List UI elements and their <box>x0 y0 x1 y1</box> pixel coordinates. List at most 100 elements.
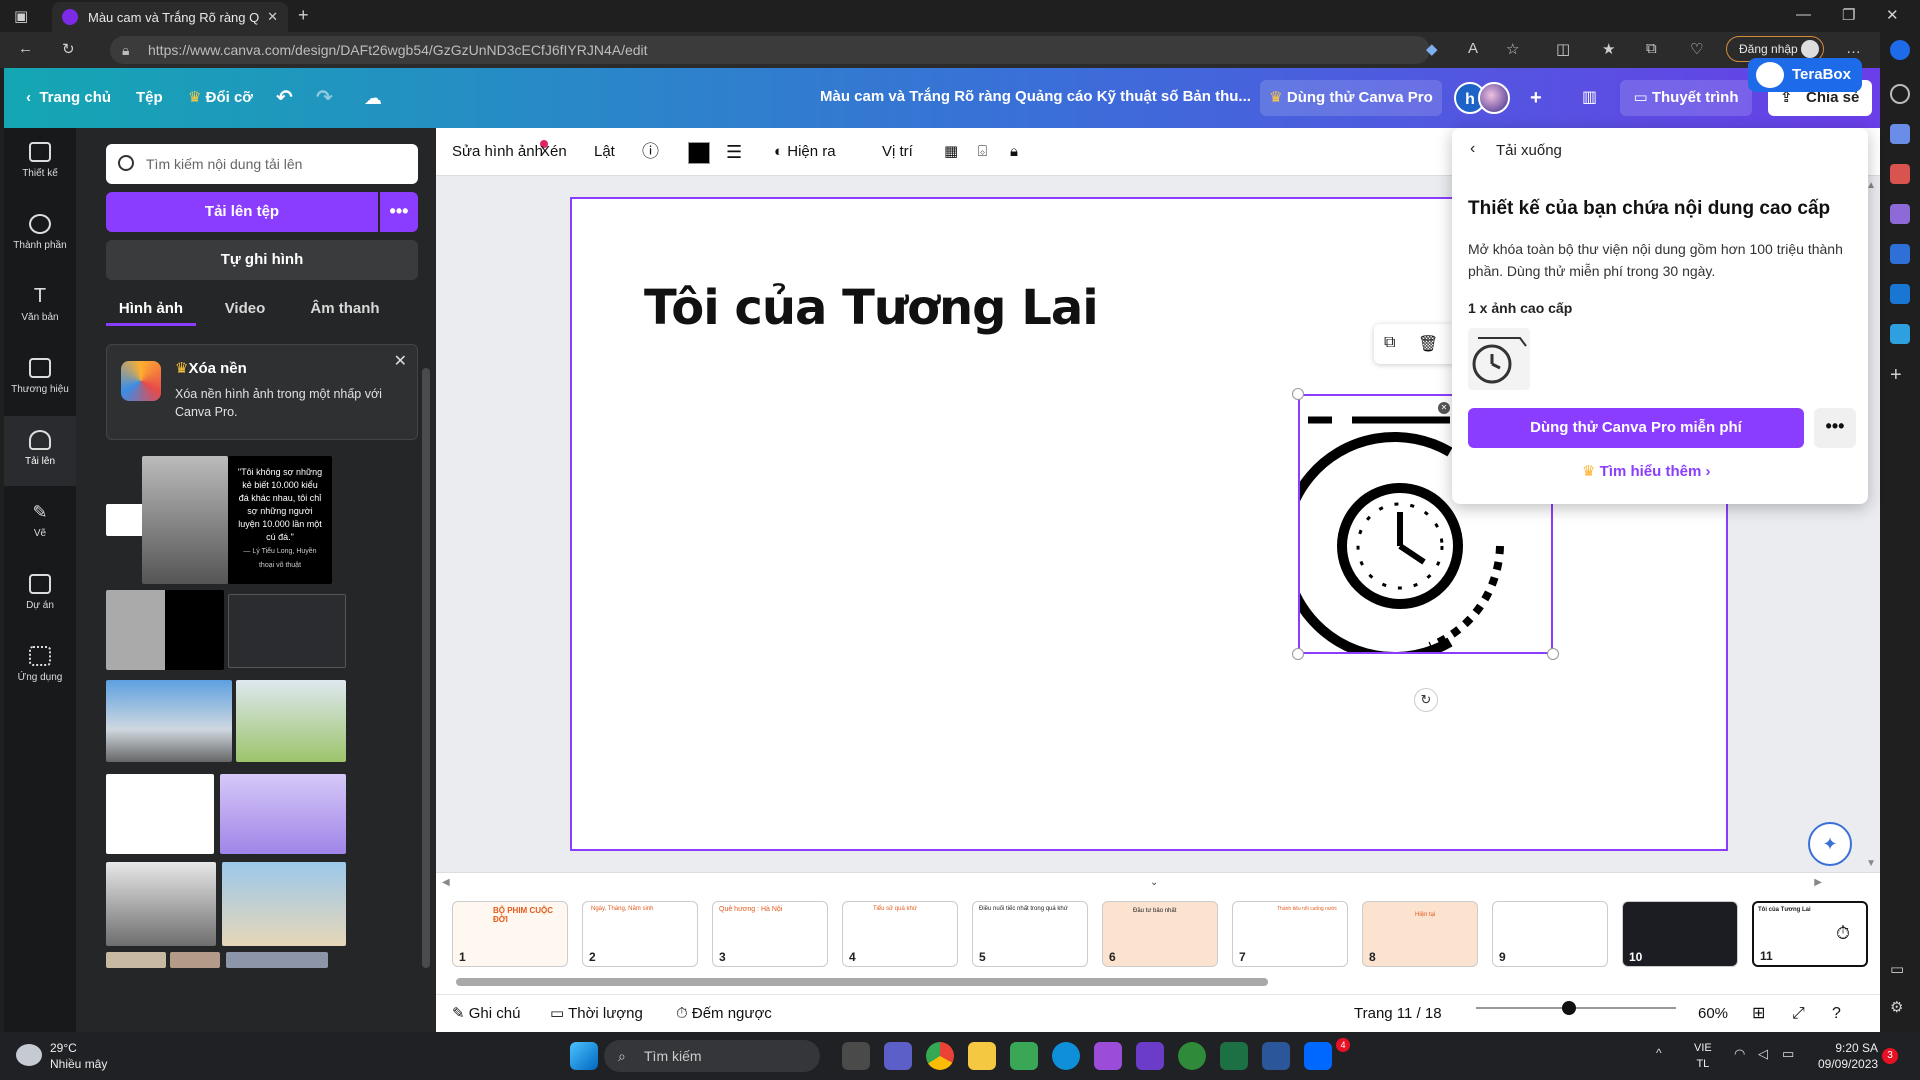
tab-images[interactable]: Hình ảnh <box>106 292 196 326</box>
extension-icon[interactable]: ◆ <box>1426 40 1438 58</box>
slide-thumb-7[interactable]: Thành tiêu nổi cuống nước 7 <box>1232 901 1348 967</box>
slide-thumb-3[interactable]: Quê hương : Hà Nội 3 <box>712 901 828 967</box>
duplicate-icon[interactable]: ⧉ <box>1384 334 1395 352</box>
redo-icon[interactable]: ↷ <box>316 82 333 114</box>
teams-icon[interactable] <box>884 1042 912 1070</box>
try-pro-button[interactable]: ♛ Dùng thử Canva Pro <box>1260 80 1442 116</box>
sidebar-outlook-icon[interactable] <box>1890 284 1910 304</box>
remove-icon[interactable]: ✕ <box>1438 402 1450 414</box>
rail-item-projects[interactable]: Dự án <box>4 560 76 630</box>
system-clock[interactable]: 9:20 SA 09/09/2023 <box>1818 1040 1878 1072</box>
magic-assistant-icon[interactable]: ✦ <box>1808 822 1852 866</box>
undo-icon[interactable]: ↶ <box>276 82 293 114</box>
slide-thumb-4[interactable]: Tiểu sử quá khứ 4 <box>842 901 958 967</box>
info-icon[interactable]: ⓘ <box>642 128 659 176</box>
record-yourself-button[interactable]: Tự ghi hình <box>106 240 418 280</box>
collaborator-avatar[interactable] <box>1478 82 1510 114</box>
transparency-icon[interactable]: ▦ <box>944 128 958 176</box>
favorites-bar-icon[interactable]: ★ <box>1602 40 1615 58</box>
rail-item-elements[interactable]: Thành phần <box>4 200 76 270</box>
zoom-level[interactable]: 60% <box>1698 995 1728 1033</box>
new-tab-icon[interactable]: + <box>298 5 309 26</box>
resize-handle[interactable] <box>1292 388 1304 400</box>
file-menu-button[interactable]: Tệp <box>136 82 163 114</box>
fullscreen-icon[interactable]: ⤢ <box>1792 995 1805 1033</box>
split-screen-icon[interactable]: ◫ <box>1556 40 1570 58</box>
tab-video[interactable]: Video <box>200 292 290 326</box>
slide-thumb-11[interactable]: Tôi của Tương Lai ⏱︎ 11 <box>1752 901 1868 967</box>
rail-item-design[interactable]: Thiết kế <box>4 128 76 198</box>
reload-icon[interactable]: ↻ <box>62 40 75 58</box>
sidebar-games-icon[interactable] <box>1890 204 1910 224</box>
close-promo-icon[interactable]: ✕ <box>394 351 407 371</box>
help-icon[interactable]: ? <box>1832 995 1841 1033</box>
slide-thumb-2[interactable]: Ngày, Tháng, Năm sinh 2 <box>582 901 698 967</box>
animate-button[interactable]: ◐ Hiện ra <box>774 128 836 176</box>
slide-thumb-10[interactable]: 10 <box>1622 901 1738 967</box>
delete-icon[interactable]: 🗑︎ <box>1418 334 1438 354</box>
file-explorer-icon[interactable] <box>968 1042 996 1070</box>
start-icon[interactable] <box>570 1042 598 1070</box>
slide-thumb-9[interactable]: 9 <box>1492 901 1608 967</box>
slide-thumb-6[interactable]: Đầu tư bảo nhất 6 <box>1102 901 1218 967</box>
duration-button[interactable]: ▭ Thời lượng <box>550 995 643 1033</box>
grid-view-icon[interactable]: ⊞ <box>1752 995 1765 1033</box>
upload-files-button[interactable]: Tải lên tệp <box>106 192 378 232</box>
sidebar-add-icon[interactable]: + <box>1890 364 1902 387</box>
wifi-icon[interactable]: ◠ <box>1734 1046 1745 1062</box>
edge-icon[interactable] <box>1052 1042 1080 1070</box>
lock-icon[interactable]: 🔒︎ <box>1010 128 1018 176</box>
browser-menu-icon[interactable]: … <box>1846 40 1861 57</box>
page-indicator[interactable]: Trang 11 / 18 <box>1354 995 1442 1033</box>
chrome-icon[interactable] <box>926 1042 954 1070</box>
weather-widget[interactable]: 29°C Nhiều mây <box>16 1040 107 1072</box>
url-field[interactable]: 🔒︎ https://www.canva.com/design/DAFt26wg… <box>110 36 1430 64</box>
try-pro-free-button[interactable]: Dùng thử Canva Pro miễn phí <box>1468 408 1804 448</box>
tab-audio[interactable]: Âm thanh <box>290 292 400 326</box>
minimize-icon[interactable]: — <box>1796 6 1811 23</box>
app-icon[interactable] <box>1136 1042 1164 1070</box>
uploaded-image-thumb[interactable] <box>106 862 216 946</box>
insights-chart-icon[interactable]: ▥ <box>1582 82 1597 114</box>
uploaded-image-thumb[interactable] <box>106 774 214 854</box>
sidebar-shopping-icon[interactable] <box>1890 124 1910 144</box>
excel-icon[interactable] <box>1220 1042 1248 1070</box>
taskbar-search[interactable]: ⌕ Tìm kiếm <box>604 1040 820 1072</box>
resize-handle[interactable] <box>1292 648 1304 660</box>
collections-icon[interactable]: ⧉ <box>1646 40 1657 57</box>
upload-more-button[interactable]: ••• <box>380 192 418 232</box>
resize-button[interactable]: ♛ Đổi cỡ <box>188 82 253 114</box>
scroll-left-icon[interactable]: ◀ <box>442 877 450 888</box>
uploaded-image-thumb[interactable] <box>106 680 232 762</box>
app-icon[interactable] <box>1094 1042 1122 1070</box>
close-window-icon[interactable]: ✕ <box>1886 6 1899 24</box>
flip-button[interactable]: Lật <box>594 128 615 176</box>
rail-item-text[interactable]: T Văn bản <box>4 272 76 342</box>
rail-item-uploads[interactable]: Tải lên <box>4 416 76 486</box>
uploaded-image-thumb[interactable] <box>170 952 220 968</box>
word-icon[interactable] <box>1262 1042 1290 1070</box>
uploaded-image-thumb[interactable] <box>106 590 224 670</box>
rail-item-draw[interactable]: ✎ Vẽ <box>4 488 76 558</box>
uploaded-image-thumb[interactable] <box>142 456 228 584</box>
rail-item-brand[interactable]: Thương hiệu <box>4 344 76 414</box>
show-hidden-icons-icon[interactable]: ^ <box>1656 1046 1662 1060</box>
sidebar-drop-icon[interactable] <box>1890 324 1910 344</box>
volume-icon[interactable]: ◁ <box>1758 1046 1768 1062</box>
xbox-icon[interactable] <box>1178 1042 1206 1070</box>
terabox-button[interactable]: TeraBox <box>1748 58 1862 92</box>
slide-thumb-8[interactable]: Hiện tại 8 <box>1362 901 1478 967</box>
resize-handle[interactable] <box>1547 648 1559 660</box>
sidebar-layout-icon[interactable]: ▭ <box>1890 960 1904 978</box>
copy-style-icon[interactable]: ⌺ <box>978 128 987 176</box>
quote-image-thumb[interactable]: "Tôi không sợ những kẻ biết 10.000 kiểu … <box>228 456 332 584</box>
cloud-save-icon[interactable]: ☁ <box>364 82 382 114</box>
uploaded-image-thumb[interactable] <box>226 952 328 968</box>
browser-essentials-icon[interactable]: ♡ <box>1690 40 1703 58</box>
add-collaborator-icon[interactable]: + <box>1530 82 1542 114</box>
zoom-slider[interactable] <box>1476 1007 1676 1009</box>
task-view-icon[interactable] <box>842 1042 870 1070</box>
tab-actions-icon[interactable]: ▣ <box>14 7 28 25</box>
slide-thumb-5[interactable]: Điều nuối tiếc nhất trong quá khứ 5 <box>972 901 1088 967</box>
uploaded-image-thumb[interactable] <box>106 952 166 968</box>
